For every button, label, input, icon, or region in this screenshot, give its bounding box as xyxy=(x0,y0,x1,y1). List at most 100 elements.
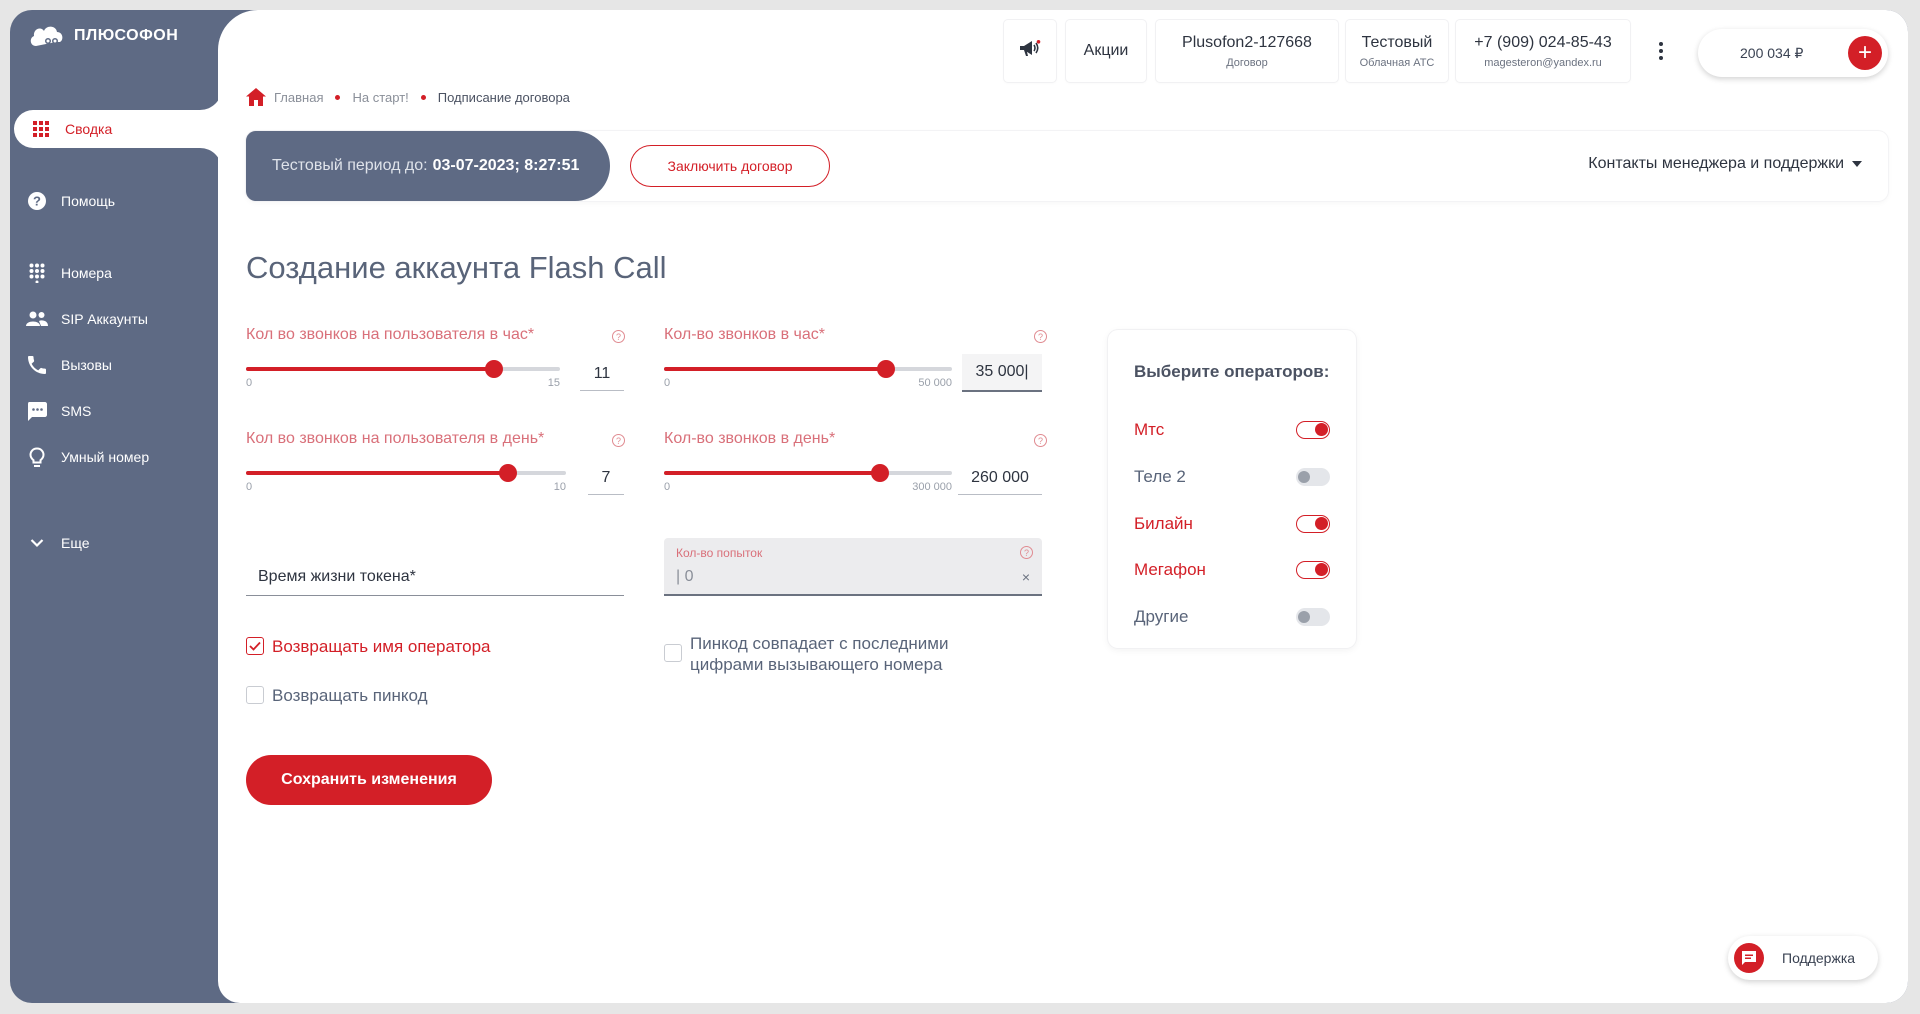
operator-toggle[interactable] xyxy=(1296,561,1330,579)
sidebar-item-numbers[interactable]: Номера xyxy=(10,254,218,292)
sidebar-item-label: SIP Аккаунты xyxy=(61,311,148,327)
support-label: Поддержка xyxy=(1782,950,1856,966)
attempts-label: Кол-во попыток xyxy=(676,546,763,560)
per-day-input[interactable]: 260 000 xyxy=(958,461,1042,495)
slider-thumb[interactable] xyxy=(876,360,895,378)
sidebar-item-sip-accounts[interactable]: SIP Аккаунты xyxy=(10,300,218,338)
sidebar-item-more[interactable]: Еще xyxy=(10,524,218,562)
per-day-slider[interactable] xyxy=(664,464,952,482)
manager-contacts-dropdown[interactable]: Контакты менеджера и поддержки xyxy=(1588,155,1862,173)
operator-name: Другие xyxy=(1134,607,1189,626)
trial-bar: Тестовый период до: 03-07-2023; 8:27:51 … xyxy=(246,131,1888,201)
token-lifetime-field[interactable]: Время жизни токена* xyxy=(246,554,624,596)
logo-cloud-icon xyxy=(30,26,63,46)
operator-toggle[interactable] xyxy=(1296,608,1330,626)
sidebar-item-summary[interactable]: Сводка xyxy=(14,110,236,148)
svg-text:?: ? xyxy=(33,194,41,209)
per-user-day-input[interactable]: 7 xyxy=(588,461,624,495)
operator-megafon[interactable]: Мегафон xyxy=(1134,558,1330,582)
trial-prefix: Тестовый период до: xyxy=(272,157,428,174)
operator-toggle[interactable] xyxy=(1296,515,1330,533)
people-icon xyxy=(26,308,48,330)
promotions-button[interactable]: Акции xyxy=(1066,20,1146,82)
support-button[interactable]: Поддержка xyxy=(1728,936,1878,980)
sidebar-item-label: Сводка xyxy=(65,121,113,137)
operator-toggle[interactable] xyxy=(1296,468,1330,486)
sidebar-item-calls[interactable]: Вызовы xyxy=(10,346,218,384)
sidebar-item-label: SMS xyxy=(61,403,92,419)
manager-contacts-label: Контакты менеджера и поддержки xyxy=(1588,155,1844,172)
operator-other[interactable]: Другие xyxy=(1134,605,1330,629)
logo[interactable]: ПЛЮСОФОН xyxy=(28,22,178,50)
sidebar-item-label: Вызовы xyxy=(61,357,112,373)
sidebar-item-label: Еще xyxy=(61,535,90,551)
operator-name: Мегафон xyxy=(1134,560,1206,579)
pin-match-checkbox[interactable]: Пинкод совпадает с последними цифрами вы… xyxy=(664,633,948,675)
operator-toggle[interactable] xyxy=(1296,421,1330,439)
main-panel: Акции Plusofon2-127668 Договор Тестовый … xyxy=(218,10,1908,1003)
per-user-hour-label: Кол во звонков на пользователя в час* xyxy=(246,326,535,343)
top-up-plus-icon[interactable]: + xyxy=(1848,36,1882,70)
lightbulb-icon xyxy=(26,446,48,468)
help-icon[interactable]: ? xyxy=(612,330,625,343)
per-user-hour-slider[interactable] xyxy=(246,360,560,378)
help-icon[interactable]: ? xyxy=(1034,434,1047,447)
help-icon[interactable]: ? xyxy=(1020,546,1033,559)
slider-min: 0 xyxy=(246,481,253,493)
trial-period: Тестовый период до: 03-07-2023; 8:27:51 xyxy=(246,131,610,201)
sidebar-item-smart-number[interactable]: Умный номер xyxy=(10,438,218,476)
sidebar-item-label: Номера xyxy=(61,265,112,281)
balance-amount: 200 034 ₽ xyxy=(1740,44,1804,61)
slider-thumb[interactable] xyxy=(871,464,889,482)
sidebar-item-label: Помощь xyxy=(61,193,116,209)
slider-thumb[interactable] xyxy=(499,464,518,482)
operator-tele2[interactable]: Теле 2 xyxy=(1134,465,1330,489)
more-menu-icon[interactable] xyxy=(1650,36,1672,66)
slider-thumb[interactable] xyxy=(485,360,504,378)
plan-info[interactable]: Тестовый Облачная АТС xyxy=(1346,20,1448,82)
sidebar-item-sms[interactable]: SMS xyxy=(10,392,218,430)
operator-name: Мтс xyxy=(1134,420,1165,439)
home-icon[interactable] xyxy=(246,88,266,106)
operator-name: Теле 2 xyxy=(1134,467,1186,486)
breadcrumb: Главная На старт! Подписание договора xyxy=(246,88,570,106)
sign-contract-button[interactable]: Заключить договор xyxy=(630,145,830,187)
return-operator-checkbox[interactable]: Возвращать имя оператора xyxy=(246,636,491,657)
user-email: magesteron@yandex.ru xyxy=(1484,56,1602,69)
sidebar-item-help[interactable]: ? Помощь xyxy=(10,182,218,220)
help-icon[interactable]: ? xyxy=(1034,330,1047,343)
save-button[interactable]: Сохранить изменения xyxy=(246,755,492,805)
operators-title: Выберите операторов: xyxy=(1134,362,1330,381)
sms-icon xyxy=(26,400,48,422)
per-user-day-slider[interactable] xyxy=(246,464,566,482)
token-lifetime-label: Время жизни токена* xyxy=(258,568,416,585)
attempts-field[interactable]: Кол-во попыток ? | 0 × xyxy=(664,538,1042,596)
caret-down-icon xyxy=(1852,161,1862,167)
megaphone-icon xyxy=(1019,39,1041,63)
breadcrumb-start[interactable]: На старт! xyxy=(352,90,408,105)
operators-card: Выберите операторов: Мтс Теле 2 Билайн М… xyxy=(1108,330,1356,648)
sidebar-item-label: Умный номер xyxy=(61,449,150,465)
breadcrumb-home[interactable]: Главная xyxy=(274,90,323,105)
contract-info[interactable]: Plusofon2-127668 Договор xyxy=(1156,20,1338,82)
balance-widget[interactable]: 200 034 ₽ + xyxy=(1698,29,1888,77)
phone-icon xyxy=(26,354,48,376)
per-user-hour-input[interactable]: 11 xyxy=(580,357,624,391)
per-user-day-label: Кол во звонков на пользователя в день* xyxy=(246,430,545,447)
checkbox-label: Возвращать пинкод xyxy=(272,686,428,705)
per-day-label: Кол-во звонков в день* xyxy=(664,430,836,447)
logo-text: ПЛЮСОФОН xyxy=(74,27,179,44)
per-hour-label: Кол-во звонков в час* xyxy=(664,326,826,343)
user-info[interactable]: +7 (909) 024-85-43 magesteron@yandex.ru xyxy=(1456,20,1630,82)
operator-mts[interactable]: Мтс xyxy=(1134,418,1330,442)
return-pin-checkbox[interactable]: Возвращать пинкод xyxy=(246,685,428,706)
operator-beeline[interactable]: Билайн xyxy=(1134,512,1330,536)
user-phone: +7 (909) 024-85-43 xyxy=(1474,33,1612,51)
clear-icon[interactable]: × xyxy=(1022,569,1030,585)
announcements-button[interactable] xyxy=(1004,20,1056,82)
slider-max: 300 000 xyxy=(912,481,952,493)
page-title: Создание аккаунта Flash Call xyxy=(246,250,667,285)
per-hour-slider[interactable] xyxy=(664,360,952,378)
help-icon[interactable]: ? xyxy=(612,434,625,447)
per-hour-input[interactable]: 35 000| xyxy=(962,354,1042,392)
